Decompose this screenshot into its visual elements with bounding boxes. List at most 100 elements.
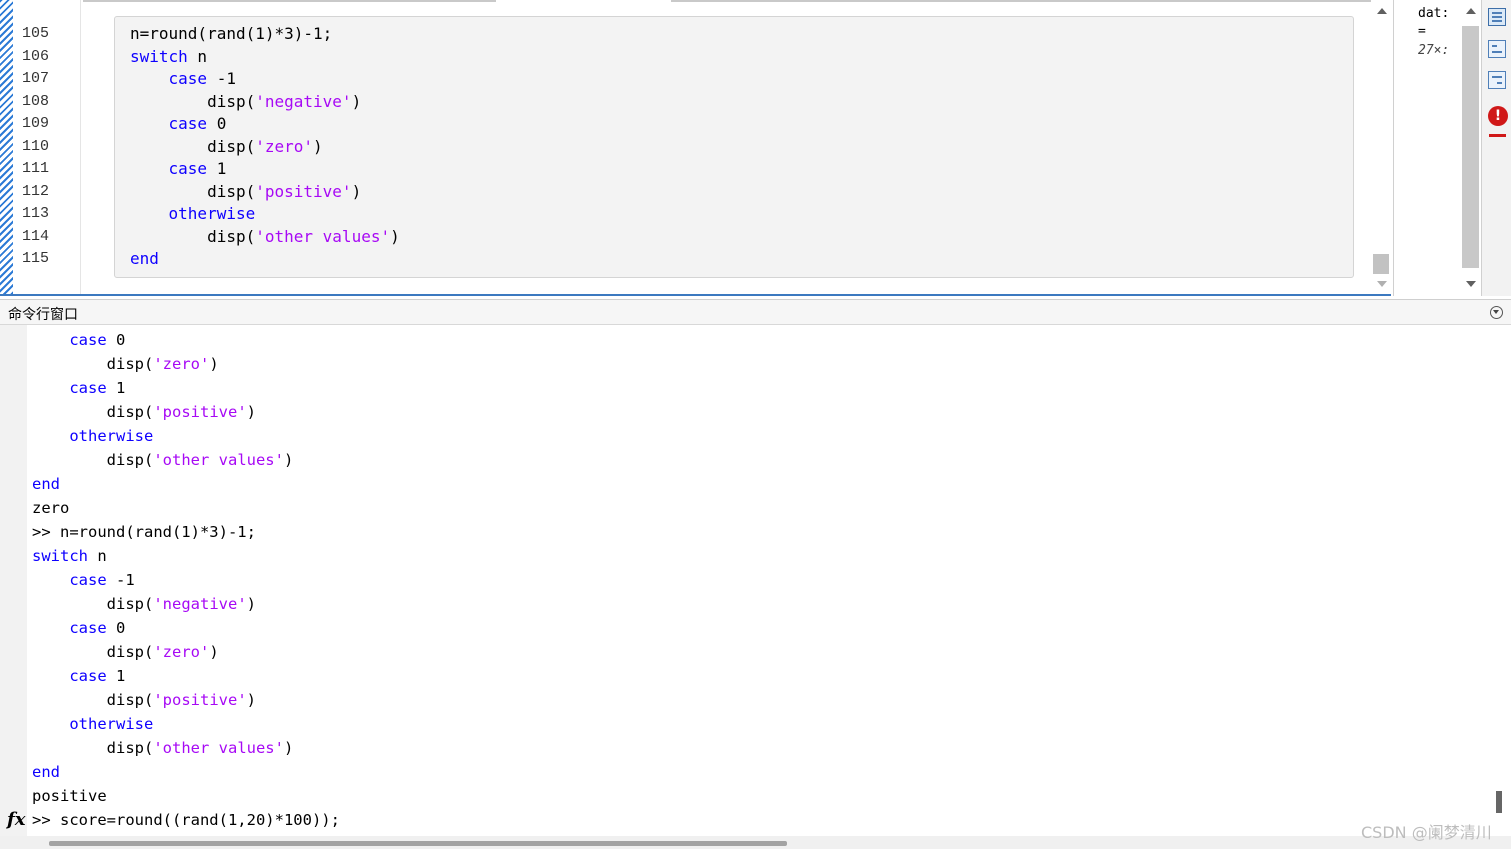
code-token: disp(	[32, 691, 154, 709]
string-token: 'positive'	[255, 181, 352, 201]
active-editor-indicator	[0, 0, 13, 294]
editor-tab-divider	[83, 0, 496, 2]
keyword-token: switch	[130, 46, 188, 66]
line-number[interactable]: 109	[22, 115, 49, 132]
command-output-line: >> score=round((rand(1,20)*100));	[32, 811, 340, 829]
workspace-variable-size: 27×:	[1418, 43, 1448, 58]
scroll-down-arrow-icon[interactable]	[1466, 281, 1476, 287]
editor-pane[interactable]: 105 106 107 108 109 110 111 112 113 114 115 n=roun…	[0, 0, 1391, 296]
keyword-token: end	[130, 249, 159, 268]
split-panel-icon[interactable]	[1488, 71, 1506, 89]
code-token: 0	[106, 619, 126, 637]
command-window-gutter	[0, 325, 27, 836]
code-line[interactable]: case 0	[130, 114, 227, 133]
line-number[interactable]: 105	[22, 25, 49, 42]
code-token: disp(	[32, 451, 154, 469]
code-token: -1	[106, 571, 135, 589]
code-token: )	[246, 691, 256, 709]
code-token: n	[88, 547, 107, 565]
code-token: 0	[207, 114, 227, 133]
function-browser-icon[interactable]: fx	[7, 809, 25, 830]
code-token: )	[209, 643, 219, 661]
line-number[interactable]: 107	[22, 70, 49, 87]
command-output-line: case 0	[32, 331, 125, 349]
string-token: 'other values'	[153, 739, 284, 757]
line-number[interactable]: 111	[22, 160, 49, 177]
scrollbar-thumb[interactable]	[1462, 26, 1479, 268]
code-token: )	[209, 355, 219, 373]
keyword-token: end	[32, 763, 60, 781]
string-token: 'positive'	[153, 403, 247, 421]
code-line[interactable]: n=round(rand(1)*3)-1;	[130, 24, 332, 43]
line-number[interactable]: 113	[22, 205, 49, 222]
line-number-gutter: 105 106 107 108 109 110 111 112 113 114 115	[14, 0, 81, 294]
keyword-token: case	[168, 114, 208, 133]
command-window[interactable]: case 0 disp('zero') case 1 disp('positiv…	[0, 325, 1511, 849]
code-line[interactable]: disp('negative')	[130, 92, 361, 111]
string-token: 'negative'	[255, 91, 352, 111]
command-output-line: otherwise	[32, 427, 153, 445]
code-line[interactable]: end	[130, 249, 159, 268]
workspace-vertical-scrollbar[interactable]	[1461, 0, 1480, 296]
line-number[interactable]: 112	[22, 183, 49, 200]
code-token: )	[283, 739, 294, 757]
line-number[interactable]: 115	[22, 250, 49, 267]
command-output-line: disp('other values')	[32, 739, 294, 757]
panel-actions-chevron-icon[interactable]	[1490, 306, 1503, 319]
command-window-horizontal-scrollbar[interactable]	[0, 836, 1511, 849]
code-token: 1	[106, 379, 126, 397]
workspace-equals: =	[1418, 24, 1426, 39]
scroll-up-arrow-icon[interactable]	[1377, 8, 1387, 14]
string-token: 'other values'	[153, 451, 284, 469]
code-line[interactable]: disp('zero')	[130, 137, 323, 156]
code-line[interactable]: disp('other values')	[130, 227, 400, 246]
code-line[interactable]: switch n	[130, 47, 207, 66]
workspace-variable-name[interactable]: dat:	[1418, 6, 1448, 21]
output-panel-icon[interactable]	[1488, 40, 1506, 58]
command-window-scrollbar-thumb[interactable]	[1496, 791, 1502, 813]
code-token: 1	[207, 159, 227, 178]
code-line[interactable]: case 1	[130, 159, 227, 178]
code-token: >> n=round(rand(1)*3)-1;	[32, 523, 256, 541]
scroll-down-arrow-icon[interactable]	[1377, 281, 1387, 287]
code-token: n	[187, 46, 208, 66]
code-line[interactable]: otherwise	[130, 204, 256, 223]
command-window-title: 命令行窗口	[8, 307, 78, 323]
layout-panel-icon[interactable]	[1488, 8, 1506, 26]
string-token: 'negative'	[153, 595, 247, 613]
code-token: disp(	[130, 226, 256, 246]
error-marker[interactable]	[1489, 134, 1506, 137]
scroll-up-arrow-icon[interactable]	[1466, 8, 1476, 14]
code-token: disp(	[32, 403, 154, 421]
keyword-token: switch	[32, 547, 88, 565]
code-token: 0	[106, 331, 126, 349]
line-number[interactable]: 106	[22, 48, 49, 65]
code-token: )	[246, 595, 256, 613]
line-number[interactable]: 108	[22, 93, 49, 110]
scrollbar-thumb[interactable]	[1373, 254, 1389, 274]
error-icon[interactable]: !	[1488, 106, 1508, 126]
command-output-line: disp('zero')	[32, 355, 219, 373]
keyword-token: case	[168, 159, 208, 178]
editor-vertical-scrollbar[interactable]	[1372, 0, 1391, 294]
command-output-line: switch n	[32, 547, 107, 565]
code-token: )	[313, 136, 323, 156]
command-output-line: disp('positive')	[32, 691, 256, 709]
code-line[interactable]: disp('positive')	[130, 182, 361, 201]
command-output-line: disp('negative')	[32, 595, 256, 613]
code-token: disp(	[130, 136, 256, 156]
code-token: )	[351, 91, 362, 111]
code-token: disp(	[130, 181, 256, 201]
scrollbar-thumb[interactable]	[49, 841, 787, 846]
right-toolbar: !	[1481, 0, 1511, 296]
code-token: >> score=round((rand(1,20)*100));	[32, 811, 340, 829]
line-number[interactable]: 114	[22, 228, 49, 245]
code-line[interactable]: case -1	[130, 69, 236, 88]
code-token: disp(	[32, 355, 154, 373]
line-number[interactable]: 110	[22, 138, 49, 155]
